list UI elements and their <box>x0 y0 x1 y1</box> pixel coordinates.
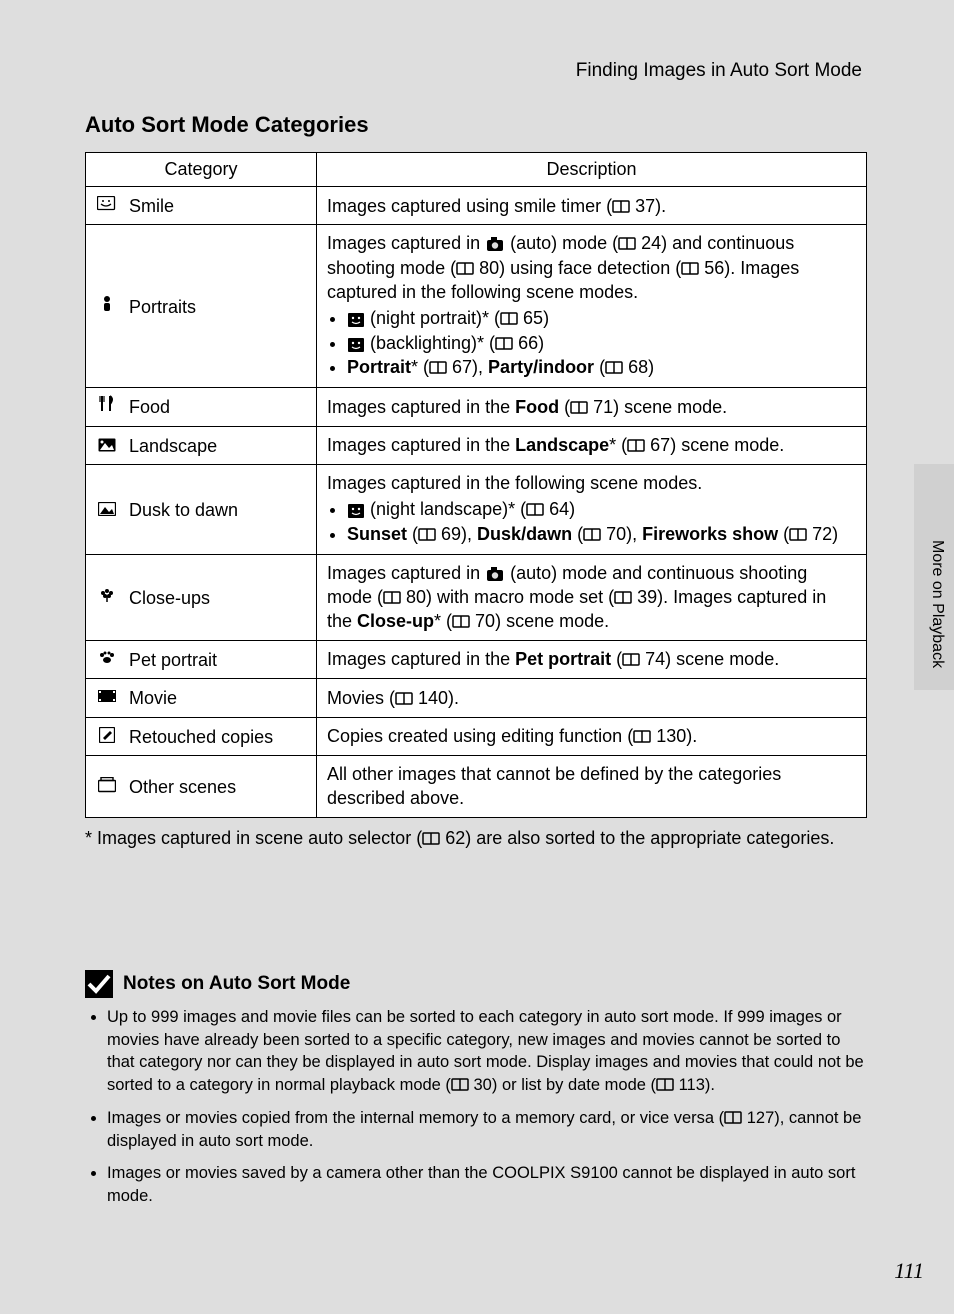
page-number: 111 <box>894 1258 924 1284</box>
desc-other: All other images that cannot be defined … <box>317 755 867 817</box>
desc-food: Images captured in the Food ( 71) scene … <box>317 388 867 426</box>
label-portraits: Portraits <box>129 297 196 317</box>
book-ref-icon <box>429 359 447 375</box>
book-ref-icon <box>456 260 474 276</box>
flower-icon <box>96 586 118 610</box>
book-ref-icon <box>633 728 651 744</box>
book-ref-icon <box>612 198 630 214</box>
chapter-header: Finding Images in Auto Sort Mode <box>85 60 867 82</box>
scene-icon <box>348 504 364 518</box>
movie-icon <box>96 686 118 710</box>
table-footnote: * Images captured in scene auto selector… <box>85 826 867 850</box>
row-dusk: Dusk to dawn Images captured in the foll… <box>86 464 867 554</box>
note-item-2: Images or movies copied from the interna… <box>107 1107 867 1153</box>
scene-icon <box>348 313 364 327</box>
retouch-icon <box>96 725 118 749</box>
label-dusk: Dusk to dawn <box>129 500 238 520</box>
note-item-3: Images or movies saved by a camera other… <box>107 1162 867 1208</box>
book-ref-icon <box>570 399 588 415</box>
paw-icon <box>96 648 118 672</box>
food-icon <box>96 395 118 419</box>
book-ref-icon <box>724 1109 742 1125</box>
desc-movie: Movies ( 140). <box>317 679 867 717</box>
label-food: Food <box>129 397 170 417</box>
book-ref-icon <box>395 690 413 706</box>
label-other: Other scenes <box>129 777 236 797</box>
categories-table: Category Description Smile Images captur… <box>85 152 867 818</box>
book-ref-icon <box>383 589 401 605</box>
label-movie: Movie <box>129 688 177 708</box>
desc-closeups: Images captured in (auto) mode and conti… <box>317 554 867 640</box>
book-ref-icon <box>495 335 513 351</box>
book-ref-icon <box>583 526 601 542</box>
col-category: Category <box>86 153 317 187</box>
label-smile: Smile <box>129 196 174 216</box>
desc-pet: Images captured in the Pet portrait ( 74… <box>317 640 867 678</box>
camera-icon <box>486 236 504 252</box>
row-retouched: Retouched copies Copies created using ed… <box>86 717 867 755</box>
desc-smile: Images captured using smile timer ( 37). <box>317 187 867 225</box>
scene-icon <box>348 338 364 352</box>
book-ref-icon <box>526 501 544 517</box>
label-retouched: Retouched copies <box>129 727 273 747</box>
row-food: Food Images captured in the Food ( 71) s… <box>86 388 867 426</box>
book-ref-icon <box>605 359 623 375</box>
book-ref-icon <box>656 1076 674 1092</box>
label-landscape: Landscape <box>129 436 217 456</box>
other-icon <box>96 775 118 799</box>
row-landscape: Landscape Images captured in the Landsca… <box>86 426 867 464</box>
desc-landscape: Images captured in the Landscape* ( 67) … <box>317 426 867 464</box>
notes-section: Notes on Auto Sort Mode Up to 999 images… <box>85 970 867 1208</box>
row-other: Other scenes All other images that canno… <box>86 755 867 817</box>
note-item-1: Up to 999 images and movie files can be … <box>107 1006 867 1097</box>
label-pet: Pet portrait <box>129 650 217 670</box>
label-closeups: Close-ups <box>129 588 210 608</box>
row-movie: Movie Movies ( 140). <box>86 679 867 717</box>
smile-icon <box>96 194 118 218</box>
book-ref-icon <box>627 437 645 453</box>
camera-icon <box>486 566 504 582</box>
col-description: Description <box>317 153 867 187</box>
book-ref-icon <box>789 526 807 542</box>
book-ref-icon <box>422 830 440 846</box>
side-section-label: More on Playback <box>928 540 946 668</box>
book-ref-icon <box>418 526 436 542</box>
row-portraits: Portraits Images captured in (auto) mode… <box>86 225 867 388</box>
desc-retouched: Copies created using editing function ( … <box>317 717 867 755</box>
landscape-icon <box>96 434 118 458</box>
book-ref-icon <box>622 651 640 667</box>
row-pet: Pet portrait Images captured in the Pet … <box>86 640 867 678</box>
book-ref-icon <box>681 260 699 276</box>
book-ref-icon <box>451 1076 469 1092</box>
manual-page: More on Playback Finding Images in Auto … <box>0 0 954 1314</box>
row-smile: Smile Images captured using smile timer … <box>86 187 867 225</box>
row-closeups: Close-ups Images captured in (auto) mode… <box>86 554 867 640</box>
dusk-icon <box>96 498 118 522</box>
book-ref-icon <box>452 613 470 629</box>
book-ref-icon <box>618 235 636 251</box>
book-ref-icon <box>500 310 518 326</box>
desc-portraits: Images captured in (auto) mode ( 24) and… <box>317 225 867 388</box>
desc-dusk: Images captured in the following scene m… <box>317 464 867 554</box>
check-badge-icon <box>85 970 113 998</box>
person-icon <box>96 295 118 319</box>
book-ref-icon <box>614 589 632 605</box>
section-title: Auto Sort Mode Categories <box>85 112 867 138</box>
notes-title: Notes on Auto Sort Mode <box>123 973 350 995</box>
